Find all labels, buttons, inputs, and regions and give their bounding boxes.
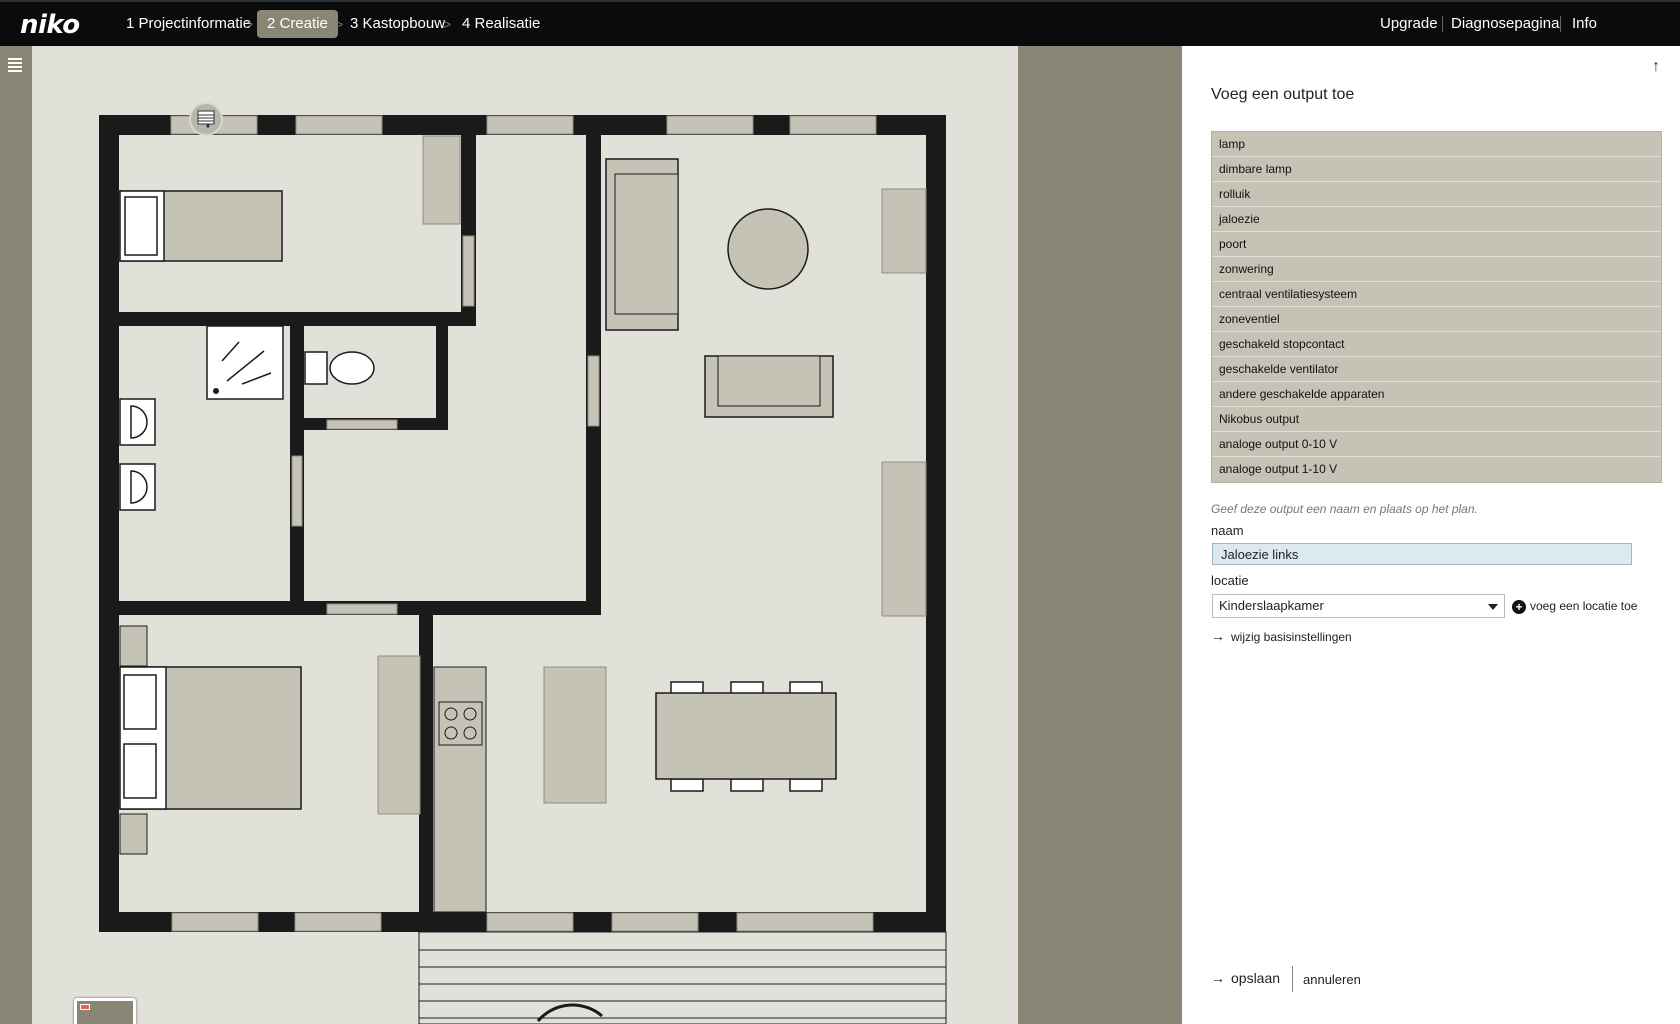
add-location-button[interactable]: + voeg een locatie toe — [1512, 597, 1637, 615]
basic-settings-label: wijzig basisinstellingen — [1231, 630, 1352, 644]
naam-input[interactable] — [1212, 543, 1632, 565]
save-label: opslaan — [1231, 970, 1281, 986]
locatie-select[interactable]: Kinderslaapkamer — [1212, 594, 1505, 618]
step-projectinformatie[interactable]: 1 Projectinformatie — [116, 10, 261, 38]
top-bar: niko 1 Projectinformatie > 2 Creatie > 3… — [0, 0, 1680, 46]
add-location-label: voeg een locatie toe — [1530, 599, 1638, 613]
minimap-marker — [80, 1004, 90, 1010]
floor-plan-canvas[interactable] — [32, 46, 1018, 1024]
niko-logo[interactable]: niko — [20, 10, 80, 40]
step-realisatie[interactable]: 4 Realisatie — [452, 10, 550, 38]
step-kastopbouw[interactable]: 3 Kastopbouw — [340, 10, 455, 38]
list-item[interactable]: rolluik — [1212, 182, 1661, 207]
divider — [1560, 16, 1561, 32]
minimap-icon[interactable] — [74, 998, 136, 1024]
info-link[interactable]: Info — [1572, 10, 1597, 38]
chevron-right-icon: > — [443, 16, 452, 32]
output-panel: ↑ Voeg een output toe lamp dimbare lamp … — [1182, 46, 1680, 1024]
list-item[interactable]: analoge output 1-10 V — [1212, 457, 1661, 482]
locatie-label: locatie — [1211, 573, 1249, 588]
list-item[interactable]: poort — [1212, 232, 1661, 257]
list-item[interactable]: zoneventiel — [1212, 307, 1661, 332]
upgrade-link[interactable]: Upgrade — [1380, 10, 1438, 38]
list-item[interactable]: lamp — [1212, 132, 1661, 157]
locatie-selected-value: Kinderslaapkamer — [1219, 598, 1324, 613]
list-item[interactable]: jaloezie — [1212, 207, 1661, 232]
save-button[interactable]: → opslaan — [1211, 970, 1280, 986]
cancel-button[interactable]: annuleren — [1303, 972, 1361, 987]
list-item[interactable]: dimbare lamp — [1212, 157, 1661, 182]
floor-plan[interactable] — [32, 46, 1018, 1024]
list-item[interactable]: geschakeld stopcontact — [1212, 332, 1661, 357]
chevron-right-icon: > — [245, 16, 254, 32]
divider — [1292, 966, 1293, 992]
list-item[interactable]: analoge output 0-10 V — [1212, 432, 1661, 457]
panel-title: Voeg een output toe — [1211, 86, 1355, 103]
left-toolbar — [0, 46, 32, 1024]
chevron-down-icon — [1488, 604, 1498, 610]
arrow-up-icon[interactable]: ↑ — [1652, 58, 1660, 76]
diagnosepagina-link[interactable]: Diagnosepagina — [1451, 10, 1559, 38]
panel-gutter — [1018, 46, 1182, 1024]
plus-circle-icon: + — [1512, 599, 1526, 614]
blind-icon[interactable] — [189, 102, 223, 136]
list-item[interactable]: zonwering — [1212, 257, 1661, 282]
step-creatie[interactable]: 2 Creatie — [257, 10, 338, 38]
arrow-right-icon: → — [1211, 970, 1225, 986]
divider — [1442, 16, 1443, 32]
list-item[interactable]: Nikobus output — [1212, 407, 1661, 432]
list-item[interactable]: geschakelde ventilator — [1212, 357, 1661, 382]
list-item[interactable]: andere geschakelde apparaten — [1212, 382, 1661, 407]
arrow-right-icon: → — [1211, 628, 1225, 644]
basic-settings-link[interactable]: → wijzig basisinstellingen — [1211, 628, 1352, 644]
hint-text: Geef deze output een naam en plaats op h… — [1211, 502, 1478, 516]
naam-label: naam — [1211, 523, 1244, 538]
menu-list-icon[interactable] — [8, 58, 22, 74]
list-item[interactable]: centraal ventilatiesysteem — [1212, 282, 1661, 307]
output-type-list: lamp dimbare lamp rolluik jaloezie poort… — [1211, 131, 1662, 483]
